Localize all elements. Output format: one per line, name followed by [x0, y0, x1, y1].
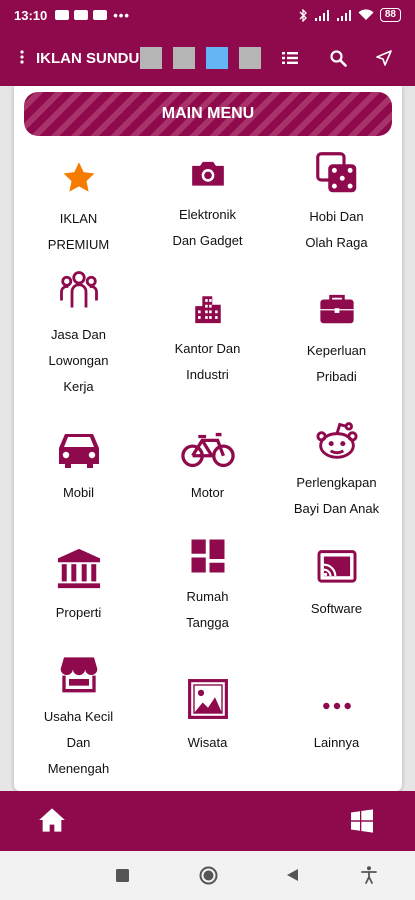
main-menu-header: MAIN MENU — [24, 92, 392, 136]
color-swatch[interactable] — [206, 47, 228, 69]
bank-icon — [57, 548, 100, 589]
briefcase-icon — [319, 294, 354, 324]
car-icon — [58, 434, 99, 468]
home-icon[interactable] — [38, 807, 66, 838]
youtube-icon — [93, 10, 108, 20]
status-right: 88 — [299, 8, 401, 22]
accessibility-icon[interactable] — [361, 866, 377, 889]
category-label: Rumah Tangga — [186, 589, 229, 630]
status-time: 13:10 — [14, 7, 48, 23]
battery-icon: 88 — [379, 8, 401, 22]
star-icon — [63, 162, 94, 192]
category-elektronik[interactable]: Elektronik Dan Gadget — [143, 154, 272, 254]
app-title: IKLAN SUNDUL — [36, 49, 140, 67]
category-mobil[interactable]: Mobil — [14, 430, 143, 506]
category-label: Motor — [190, 485, 225, 500]
category-label: Wisata — [187, 735, 228, 750]
category-label: Perlengkapan Bayi Dan Anak — [293, 475, 380, 516]
app-bar: IKLAN SUNDUL — [0, 30, 415, 86]
search-icon[interactable] — [319, 49, 357, 67]
camera-icon — [191, 161, 224, 186]
bluetooth-icon — [299, 8, 307, 22]
category-kantor[interactable]: Kantor Dan Industri — [143, 292, 272, 388]
category-label: IKLAN PREMIUM — [47, 211, 110, 252]
color-swatch[interactable] — [173, 47, 195, 69]
more-vert-icon[interactable] — [8, 48, 36, 69]
windows-icon[interactable] — [350, 809, 374, 838]
bicycle-icon — [180, 432, 235, 468]
home-circle-icon[interactable] — [199, 866, 218, 890]
category-label: Software — [310, 601, 363, 616]
navigation-icon[interactable] — [365, 50, 403, 66]
notification-icons — [55, 10, 108, 20]
category-properti[interactable]: Properti — [14, 546, 143, 626]
color-swatches — [140, 47, 261, 69]
signal-icon — [336, 10, 351, 21]
dice-icon — [315, 152, 356, 193]
grid-icon — [191, 539, 224, 573]
more-horiz-icon — [322, 702, 351, 710]
category-iklan-premium[interactable]: IKLAN PREMIUM — [14, 160, 143, 258]
category-label: Elektronik Dan Gadget — [172, 207, 243, 248]
store-icon — [60, 657, 97, 693]
category-hobi[interactable]: Hobi Dan Olah Raga — [272, 152, 401, 256]
cast-icon — [317, 550, 356, 583]
notification-icon — [55, 10, 70, 20]
category-label: Lainnya — [313, 735, 360, 750]
more-notifications-icon: ••• — [113, 7, 130, 23]
building-icon — [194, 296, 221, 324]
category-motor[interactable]: Motor — [143, 430, 272, 506]
category-label: Hobi Dan Olah Raga — [305, 209, 368, 250]
category-bayi-anak[interactable]: Perlengkapan Bayi Dan Anak — [272, 420, 401, 522]
category-keperluan-pribadi[interactable]: Keperluan Pribadi — [272, 290, 401, 390]
category-wisata[interactable]: Wisata — [143, 678, 272, 756]
back-icon[interactable] — [286, 868, 299, 887]
signal-icon — [314, 10, 329, 21]
wifi-icon — [358, 9, 374, 20]
category-label: Keperluan Pribadi — [306, 343, 367, 384]
color-swatch[interactable] — [239, 47, 261, 69]
category-label: Kantor Dan Industri — [174, 341, 241, 382]
system-nav-bar — [0, 851, 415, 900]
category-label: Properti — [55, 605, 102, 620]
category-label: Jasa Dan Lowongan Kerja — [48, 327, 109, 394]
category-label: Mobil — [62, 485, 95, 500]
image-icon — [187, 679, 228, 719]
category-software[interactable]: Software — [272, 550, 401, 622]
status-bar: 13:10 ••• 88 — [0, 0, 415, 30]
category-rumah-tangga[interactable]: Rumah Tangga — [143, 538, 272, 636]
category-lainnya[interactable]: Lainnya — [272, 692, 401, 756]
category-jasa-lowongan[interactable]: Jasa Dan Lowongan Kerja — [14, 268, 143, 400]
category-ukm[interactable]: Usaha Kecil Dan Menengah — [14, 654, 143, 782]
users-icon — [59, 271, 98, 308]
color-swatch[interactable] — [140, 47, 162, 69]
category-label: Usaha Kecil Dan Menengah — [43, 709, 114, 776]
recents-icon[interactable] — [116, 869, 129, 887]
main-menu-card: MAIN MENU IKLAN PREMIUM Elektronik Dan Gad… — [14, 86, 402, 791]
baby-icon — [315, 422, 358, 459]
youtube-icon — [74, 10, 89, 20]
list-icon[interactable] — [271, 51, 309, 65]
bottom-bar — [0, 791, 415, 851]
